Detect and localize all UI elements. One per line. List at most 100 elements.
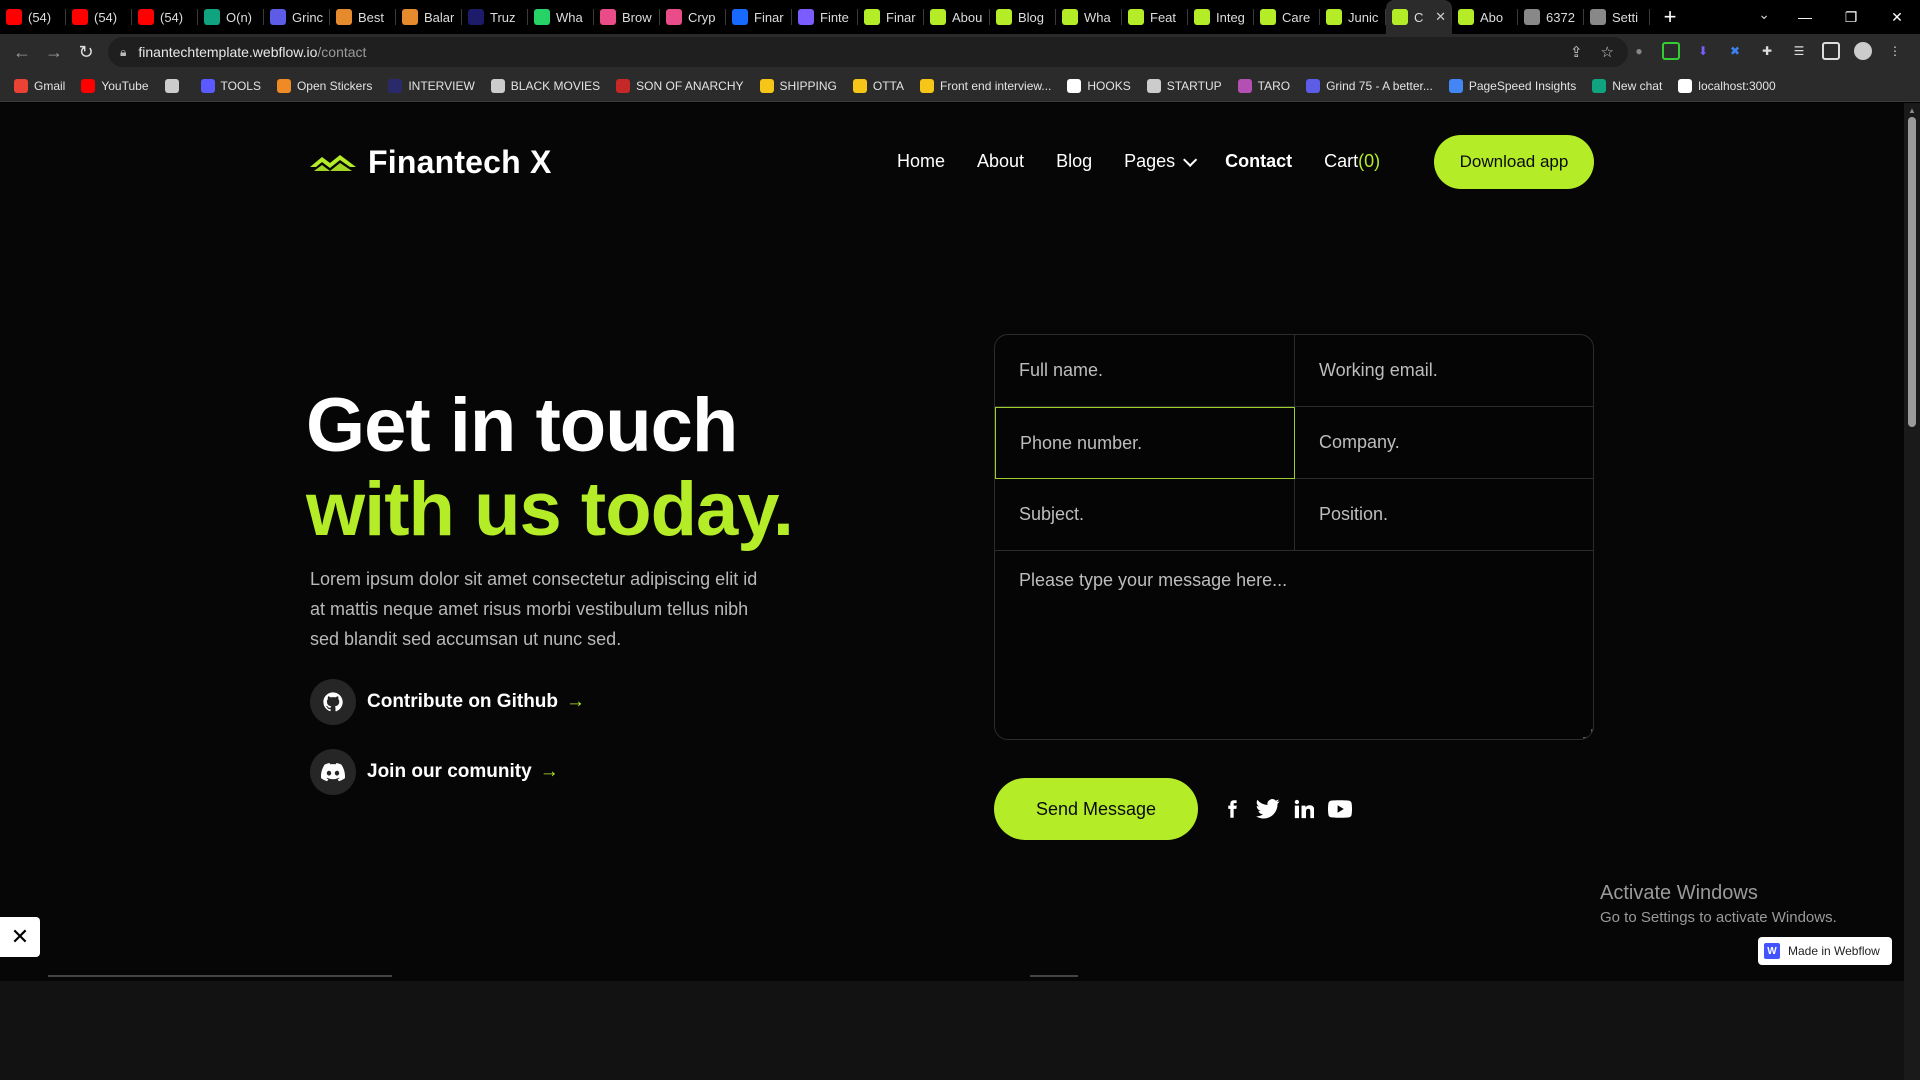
browser-tab[interactable]: Abo bbox=[1452, 0, 1518, 34]
browser-tab[interactable]: Balar bbox=[396, 0, 462, 34]
browser-tab[interactable]: Care bbox=[1254, 0, 1320, 34]
resize-handle-icon[interactable] bbox=[1583, 729, 1593, 739]
share-icon[interactable]: ⇪ bbox=[1570, 43, 1583, 61]
browser-tab[interactable]: Abou bbox=[924, 0, 990, 34]
scrollbar-thumb[interactable] bbox=[1908, 117, 1916, 427]
browser-tab[interactable]: O(n) bbox=[198, 0, 264, 34]
browser-tab-active[interactable]: C ✕ bbox=[1386, 0, 1452, 34]
extensions-puzzle-icon[interactable]: ✚ bbox=[1758, 42, 1776, 60]
nav-blog[interactable]: Blog bbox=[1056, 151, 1092, 172]
close-window-icon[interactable]: ✕ bbox=[1874, 9, 1920, 26]
github-link[interactable]: Contribute on Github → bbox=[310, 679, 585, 725]
facebook-icon[interactable] bbox=[1222, 799, 1242, 819]
browser-tab[interactable]: Best bbox=[330, 0, 396, 34]
company-field[interactable]: Company. bbox=[1295, 407, 1593, 479]
profile-avatar[interactable] bbox=[1854, 42, 1872, 60]
close-overlay-icon[interactable]: ✕ bbox=[0, 917, 40, 957]
community-link[interactable]: Join our comunity → bbox=[310, 749, 559, 795]
browser-tab[interactable]: Feat bbox=[1122, 0, 1188, 34]
bookmark-item[interactable]: BLACK MOVIES bbox=[490, 78, 600, 93]
chatgpt-icon bbox=[204, 9, 220, 25]
browser-tab[interactable]: Finar bbox=[858, 0, 924, 34]
browser-tab[interactable]: (54) bbox=[132, 0, 198, 34]
new-tab-icon[interactable]: + bbox=[1650, 4, 1690, 30]
browser-tab[interactable]: Setti bbox=[1584, 0, 1650, 34]
lock-icon[interactable]: 🔒︎ bbox=[120, 45, 126, 60]
bookmark-label: Open Stickers bbox=[296, 78, 373, 93]
bookmark-item[interactable]: YouTube bbox=[81, 78, 149, 93]
tab-title: Abou bbox=[952, 9, 983, 25]
extension-x-icon[interactable]: ✖ bbox=[1726, 42, 1744, 60]
browser-tab[interactable]: Grinc bbox=[264, 0, 330, 34]
browser-tab[interactable]: Cryp bbox=[660, 0, 726, 34]
reading-list-icon[interactable]: ☰ bbox=[1790, 42, 1808, 60]
browser-tab[interactable]: 6372 bbox=[1518, 0, 1584, 34]
browser-tab[interactable]: (54) bbox=[0, 0, 66, 34]
browser-tab[interactable]: Wha bbox=[528, 0, 594, 34]
email-field[interactable]: Working email. bbox=[1295, 335, 1593, 407]
site-logo[interactable]: Finantech X bbox=[310, 144, 552, 181]
extension-icon[interactable]: ● bbox=[1630, 42, 1648, 60]
back-icon[interactable]: ← bbox=[6, 36, 38, 68]
youtube-icon[interactable] bbox=[1328, 799, 1352, 819]
bookmark-label: HOOKS bbox=[1087, 78, 1131, 93]
restore-icon[interactable]: ❐ bbox=[1828, 9, 1874, 26]
bookmark-item[interactable]: OTTA bbox=[852, 78, 904, 93]
tab-title: O(n) bbox=[226, 9, 252, 25]
menu-kebab-icon[interactable]: ⋮ bbox=[1886, 42, 1904, 60]
message-textarea[interactable]: Please type your message here... bbox=[995, 551, 1593, 739]
bookmark-item[interactable]: HOOKS bbox=[1067, 78, 1131, 93]
bookmark-star-icon[interactable]: ☆ bbox=[1601, 43, 1614, 61]
minimize-icon[interactable]: — bbox=[1782, 9, 1828, 25]
phone-field[interactable]: Phone number. bbox=[995, 407, 1295, 479]
nav-pages[interactable]: Pages bbox=[1124, 151, 1198, 172]
browser-tab[interactable]: Blog bbox=[990, 0, 1056, 34]
bookmark-item[interactable]: TOOLS bbox=[200, 78, 261, 93]
bookmark-item[interactable]: PageSpeed Insights bbox=[1448, 78, 1576, 93]
browser-tab[interactable]: Junic bbox=[1320, 0, 1386, 34]
reload-icon[interactable]: ↻ bbox=[70, 36, 102, 68]
bookmark-item[interactable]: Grind 75 - A better... bbox=[1306, 78, 1433, 93]
bookmark-item[interactable]: SON OF ANARCHY bbox=[616, 78, 744, 93]
address-bar[interactable]: 🔒︎ finantechtemplate.webflow.io /contact… bbox=[108, 37, 1628, 67]
browser-tab[interactable]: Truz bbox=[462, 0, 528, 34]
bookmark-item[interactable]: localhost:3000 bbox=[1678, 78, 1776, 93]
bookmark-item[interactable]: Open Stickers bbox=[276, 78, 373, 93]
made-in-webflow-badge[interactable]: W Made in Webflow bbox=[1758, 937, 1892, 965]
browser-tab[interactable]: Wha bbox=[1056, 0, 1122, 34]
forward-icon[interactable]: → bbox=[38, 36, 70, 68]
browser-tab[interactable]: Finar bbox=[726, 0, 792, 34]
browser-tab[interactable]: Finte bbox=[792, 0, 858, 34]
close-tab-icon[interactable]: ✕ bbox=[1435, 9, 1446, 25]
download-icon[interactable]: ⬇ bbox=[1694, 42, 1712, 60]
page-scrollbar[interactable]: ▲ bbox=[1904, 103, 1920, 1080]
bookmark-item[interactable]: SHIPPING bbox=[759, 78, 837, 93]
send-message-button[interactable]: Send Message bbox=[994, 778, 1198, 840]
bookmark-item[interactable]: New chat bbox=[1592, 78, 1662, 93]
nav-home[interactable]: Home bbox=[897, 151, 945, 172]
bookmark-item[interactable]: Front end interview... bbox=[920, 78, 1051, 93]
position-field[interactable]: Position. bbox=[1295, 479, 1593, 551]
tab-search-icon[interactable]: ⌄ bbox=[1758, 6, 1770, 23]
nav-cart[interactable]: Cart (0) bbox=[1324, 151, 1380, 172]
twitter-icon[interactable] bbox=[1256, 799, 1280, 819]
nav-about[interactable]: About bbox=[977, 151, 1024, 172]
bookmark-item[interactable]: TARO bbox=[1237, 78, 1290, 93]
bookmark-item[interactable]: Gmail bbox=[14, 78, 65, 93]
browser-tab[interactable]: (54) bbox=[66, 0, 132, 34]
browser-tab[interactable]: Integ bbox=[1188, 0, 1254, 34]
browser-tab[interactable]: Brow bbox=[594, 0, 660, 34]
side-panel-icon[interactable] bbox=[1822, 42, 1840, 60]
webpage: Finantech X Home About Blog Pages Contac… bbox=[0, 103, 1904, 1080]
download-app-button[interactable]: Download app bbox=[1434, 135, 1594, 189]
nav-contact[interactable]: Contact bbox=[1225, 151, 1292, 172]
bookmark-item[interactable] bbox=[164, 78, 185, 93]
subject-field[interactable]: Subject. bbox=[995, 479, 1295, 551]
scroll-up-icon[interactable]: ▲ bbox=[1908, 106, 1916, 115]
bookmark-item[interactable]: STARTUP bbox=[1146, 78, 1222, 93]
full-name-field[interactable]: Full name. bbox=[995, 335, 1295, 407]
bookmark-item[interactable]: INTERVIEW bbox=[388, 78, 475, 93]
linkedin-icon[interactable] bbox=[1294, 799, 1314, 819]
finantech-icon bbox=[1194, 9, 1210, 25]
extension-refresh-icon[interactable] bbox=[1662, 42, 1680, 60]
